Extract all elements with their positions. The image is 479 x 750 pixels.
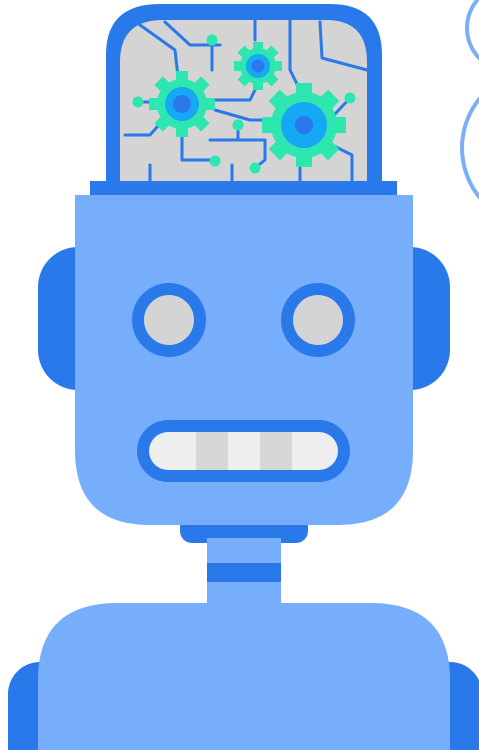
thought-bubble-small xyxy=(465,0,479,61)
gear-icon xyxy=(262,83,346,167)
right-eye xyxy=(281,283,355,357)
left-eye xyxy=(132,283,206,357)
gear-icon xyxy=(149,71,215,137)
head-rim xyxy=(90,181,397,195)
circuit-brain-icon xyxy=(106,4,382,190)
gear-icon xyxy=(234,42,282,90)
thought-bubble-large xyxy=(460,96,479,200)
robot-mouth xyxy=(137,420,350,482)
robot-illustration xyxy=(0,0,479,750)
robot-torso xyxy=(38,603,450,750)
robot-svg xyxy=(8,0,479,750)
neck-band xyxy=(207,563,281,582)
